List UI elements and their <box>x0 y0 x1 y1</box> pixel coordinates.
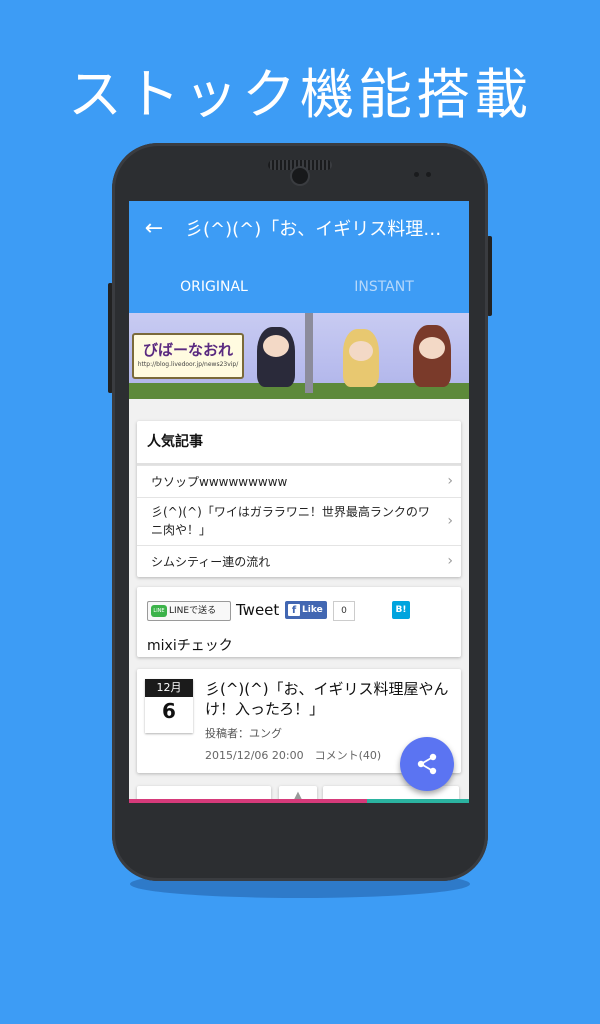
share-fab[interactable] <box>400 737 454 791</box>
mixi-check-button[interactable]: mixiチェック <box>147 635 233 655</box>
promo-title: ストック機能搭載 <box>68 63 532 126</box>
chevron-right-icon: › <box>447 473 453 489</box>
article-meta: 2015/12/06 20:00 コメント(40) <box>205 749 382 762</box>
phone-camera <box>292 168 308 184</box>
hatena-bookmark-icon[interactable]: B! <box>392 601 410 619</box>
chevron-right-icon: › <box>447 553 453 569</box>
popular-list-item[interactable]: ウソップwwwwwwwww › <box>137 465 461 498</box>
tab-original[interactable]: ORIGINAL <box>129 279 299 295</box>
line-share-label: LINEで送る <box>169 606 217 616</box>
app-screen: ← 彡(^)(^)「お、イギリス料理屋… ORIGINAL INSTANT びば… <box>129 201 469 803</box>
phone-sensor <box>414 172 419 177</box>
banner-character-face <box>349 341 373 361</box>
facebook-like-count: 0 <box>333 601 355 621</box>
phone-sensor <box>426 172 431 177</box>
facebook-icon: f <box>288 604 300 616</box>
tab-instant[interactable]: INSTANT <box>299 279 469 295</box>
share-card: LINE LINEで送る Tweet f Like 0 B! mixiチェック <box>137 587 461 657</box>
popular-list-item-label: ウソップwwwwwwwww <box>151 475 288 489</box>
popular-articles-card: 人気記事 ウソップwwwwwwwww › 彡(^)(^)「ワイはガララワニ！世界… <box>137 421 461 577</box>
blog-logo-text: びばーなおれ <box>142 341 233 359</box>
calendar-date-icon: 12月 6 <box>145 679 193 733</box>
popular-list-item-label: 彡(^)(^)「ワイはガララワニ！世界最高ランクのワニ肉や！」 <box>151 505 430 537</box>
line-share-button[interactable]: LINE LINEで送る <box>147 601 231 621</box>
blog-banner[interactable]: びばーなおれ http://blog.livedoor.jp/news23vip… <box>129 313 469 399</box>
popular-list-item[interactable]: シムシティー連の流れ › <box>137 545 461 578</box>
calendar-month: 12月 <box>145 679 193 697</box>
article-title: 彡(^)(^)「お、イギリス料理屋やんけ！入ったろ！」 <box>205 680 449 718</box>
popular-list-item-label: シムシティー連の流れ <box>151 555 271 569</box>
banner-character-face <box>263 335 289 357</box>
popular-list-item[interactable]: 彡(^)(^)「ワイはガララワニ！世界最高ランクのワニ肉や！」 › <box>137 497 461 546</box>
facebook-like-label: Like <box>302 605 323 615</box>
facebook-like-button[interactable]: f Like <box>285 601 327 619</box>
chevron-right-icon: › <box>447 513 453 529</box>
bottom-color-strip <box>129 799 469 803</box>
tweet-button[interactable]: Tweet <box>236 601 279 619</box>
calendar-day: 6 <box>162 699 176 723</box>
popular-articles-title: 人気記事 <box>147 434 203 450</box>
banner-pole <box>305 313 313 393</box>
app-bar: ← 彡(^)(^)「お、イギリス料理屋… ORIGINAL INSTANT <box>129 201 469 313</box>
share-icon <box>417 753 437 775</box>
blog-logo: びばーなおれ http://blog.livedoor.jp/news23vip… <box>132 333 244 379</box>
line-icon: LINE <box>151 605 167 617</box>
blog-logo-url: http://blog.livedoor.jp/news23vip/ <box>137 361 239 368</box>
banner-character-face <box>419 337 445 359</box>
arrow-back-icon[interactable]: ← <box>143 218 165 240</box>
article-author: 投稿者：ユング <box>205 727 282 740</box>
article-title-bar: 彡(^)(^)「お、イギリス料理屋… <box>185 219 455 240</box>
